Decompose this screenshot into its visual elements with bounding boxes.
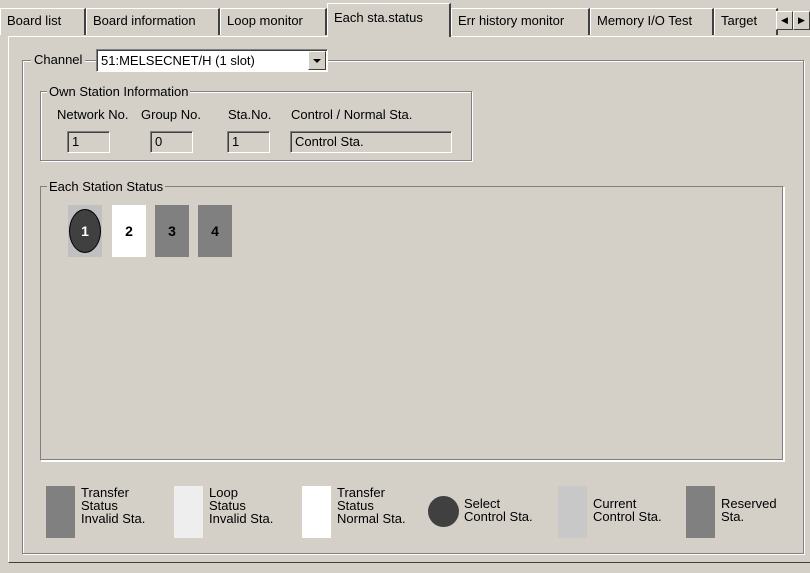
channel-label: Channel	[31, 52, 86, 67]
legend-current-control-text: Current Control Sta.	[593, 496, 662, 524]
legend-loop-invalid-swatch	[174, 486, 203, 538]
station-4[interactable]: 4	[198, 205, 232, 257]
legend-select-control-text: Select Control Sta.	[464, 496, 533, 524]
tab-board-list[interactable]: Board list	[0, 8, 86, 35]
control-sta-field: Control Sta.	[290, 131, 452, 153]
each-station-status-title: Each Station Status	[47, 179, 166, 194]
tab-scroll-right-icon[interactable]: ▶	[793, 11, 810, 30]
sta-no-field: 1	[227, 131, 270, 153]
sta-no-label: Sta.No.	[228, 107, 272, 122]
legend-transfer-invalid-text: Transfer Status Invalid Sta.	[81, 485, 146, 526]
group-no-field: 0	[150, 131, 193, 153]
channel-select-value: 51:MELSECNET/H (1 slot)	[101, 53, 255, 68]
control-normal-label: Control / Normal Sta.	[291, 107, 413, 122]
network-no-label: Network No.	[57, 107, 129, 122]
legend-select-control-swatch	[428, 496, 459, 527]
tab-memory-io-test[interactable]: Memory I/O Test	[590, 8, 714, 35]
tab-scroll-left-icon[interactable]: ◀	[776, 11, 793, 30]
tab-loop-monitor[interactable]: Loop monitor	[220, 8, 327, 35]
legend-transfer-normal-text: Transfer Status Normal Sta.	[337, 485, 406, 526]
tab-target[interactable]: Target	[714, 8, 778, 35]
station-1-number: 1	[69, 209, 101, 253]
chevron-down-icon[interactable]	[308, 51, 326, 70]
station-1[interactable]: 1	[68, 205, 102, 257]
legend-loop-invalid-text: Loop Status Invalid Sta.	[209, 485, 274, 526]
station-2[interactable]: 2	[112, 205, 146, 257]
channel-select[interactable]: 51:MELSECNET/H (1 slot)	[96, 49, 328, 72]
tab-strip: Board list Board information Loop monito…	[0, 0, 810, 37]
network-no-field: 1	[67, 131, 110, 153]
tab-err-history-monitor[interactable]: Err history monitor	[451, 8, 590, 35]
each-station-status-area	[40, 186, 784, 461]
station-3[interactable]: 3	[155, 205, 189, 257]
legend-reserved-swatch	[686, 486, 715, 538]
tab-each-sta-status[interactable]: Each sta.status	[327, 3, 451, 37]
legend-transfer-invalid-swatch	[46, 486, 75, 538]
legend-reserved-text: Reserved Sta.	[721, 496, 777, 524]
tab-board-information[interactable]: Board information	[86, 8, 220, 35]
legend-transfer-normal-swatch	[302, 486, 331, 538]
legend-current-control-swatch	[558, 486, 587, 538]
own-station-title: Own Station Information	[47, 84, 191, 99]
group-no-label: Group No.	[141, 107, 201, 122]
